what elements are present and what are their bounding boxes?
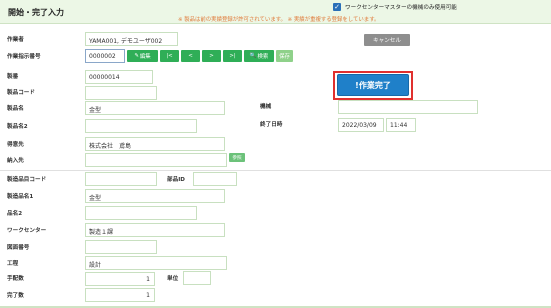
- machine-only-option[interactable]: ✓ ワークセンターマスターの機械のみ使用可能: [333, 3, 457, 11]
- completed-qty-field[interactable]: 1: [85, 288, 155, 302]
- complete-work-button[interactable]: !作業完了: [337, 74, 409, 96]
- drawing-number-field[interactable]: [85, 240, 157, 254]
- worker-field[interactable]: YAMA001, デモユーザ002: [85, 32, 178, 46]
- planned-qty-field[interactable]: 1: [85, 272, 155, 286]
- edit-button[interactable]: ✎ 編集: [127, 50, 158, 62]
- mfg-item-code-label: 製造品目コード: [7, 177, 47, 183]
- end-datetime-label: 終了日時: [260, 122, 283, 128]
- hold-button[interactable]: 保存: [276, 50, 293, 62]
- item-name2-label: 品名2: [7, 211, 23, 217]
- unit-label: 単位: [167, 276, 179, 282]
- product-name2-label: 製品名2: [7, 124, 28, 130]
- next-record-button[interactable]: >: [202, 50, 221, 62]
- customer-field[interactable]: 株式会社 鳶島: [85, 137, 225, 151]
- title-bar: 開始・完了入力 ✓ ワークセンターマスターの機械のみ使用可能 ※ 製品は前の実績…: [0, 0, 551, 24]
- product-code-field[interactable]: [85, 86, 157, 100]
- machine-label: 機械: [260, 104, 272, 110]
- item-name2-field[interactable]: [85, 206, 197, 220]
- end-date-field[interactable]: 2022/03/09: [338, 118, 384, 132]
- unit-field[interactable]: [183, 271, 211, 285]
- worker-label: 作業者: [7, 37, 24, 43]
- mfg-item-name1-label: 製造品名1: [7, 194, 34, 200]
- warning-message: ※ 製品は前の実績登録が許可されています。 ※ 実績が重複する登録をしています。: [178, 17, 380, 23]
- product-name2-field[interactable]: [85, 119, 197, 133]
- product-number-label: 製番: [7, 74, 19, 80]
- workcenter-field[interactable]: 製造１課: [85, 223, 225, 237]
- product-name-field[interactable]: 金型: [85, 101, 225, 115]
- prev-record-button[interactable]: <: [181, 50, 200, 62]
- section-divider: [0, 170, 551, 171]
- first-record-button[interactable]: |<: [160, 50, 179, 62]
- delivery-lookup-button[interactable]: 参照: [229, 153, 245, 162]
- delivery-field[interactable]: [85, 153, 227, 167]
- product-code-label: 製品コード: [7, 90, 35, 96]
- edit-icon: ✎: [134, 53, 139, 59]
- last-record-button[interactable]: >|: [223, 50, 242, 62]
- part-id-label: 部品ID: [167, 177, 185, 183]
- end-time-field[interactable]: 11:44: [386, 118, 416, 132]
- completed-qty-label: 完了数: [7, 293, 24, 299]
- part-id-field[interactable]: [193, 172, 237, 186]
- product-name-label: 製品名: [7, 106, 24, 112]
- search-icon: 🔍: [249, 53, 257, 59]
- order-number-input[interactable]: 0000002: [85, 49, 125, 63]
- mfg-item-name1-field[interactable]: 金型: [85, 189, 225, 203]
- delivery-label: 納入先: [7, 158, 24, 164]
- search-button[interactable]: 🔍 検索: [244, 50, 274, 62]
- machine-only-checkbox[interactable]: ✓: [333, 3, 341, 11]
- page-title: 開始・完了入力: [8, 8, 64, 17]
- process-label: 工程: [7, 261, 19, 267]
- machine-field[interactable]: [338, 100, 478, 114]
- customer-label: 得意先: [7, 142, 24, 148]
- process-field[interactable]: 設計: [85, 256, 227, 270]
- drawing-number-label: 図面番号: [7, 245, 30, 251]
- product-number-field[interactable]: 00000014: [85, 70, 153, 84]
- workcenter-label: ワークセンター: [7, 228, 47, 234]
- planned-qty-label: 手配数: [7, 276, 24, 282]
- machine-only-label: ワークセンターマスターの機械のみ使用可能: [345, 5, 457, 11]
- order-number-label: 作業指示番号: [7, 54, 41, 60]
- mfg-item-code-field[interactable]: [85, 172, 157, 186]
- cancel-button[interactable]: キャンセル: [364, 34, 410, 46]
